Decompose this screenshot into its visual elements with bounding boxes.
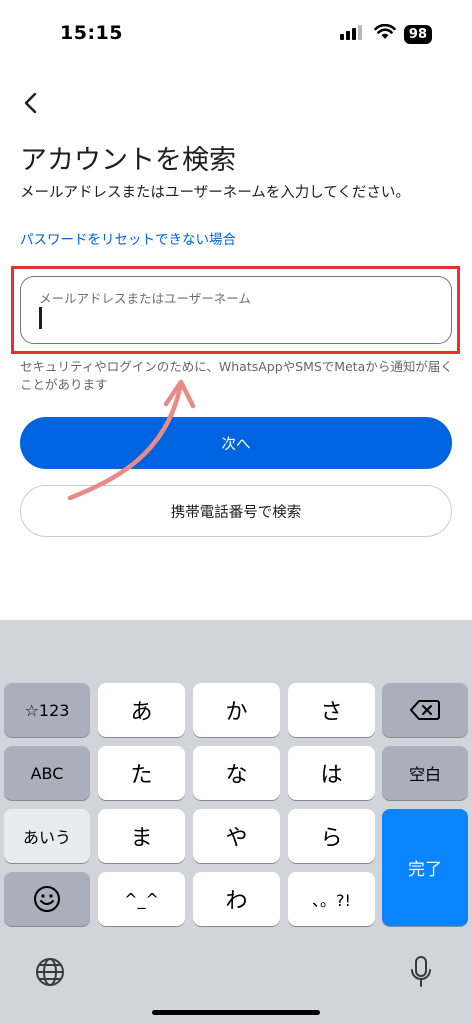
delete-icon — [410, 700, 440, 720]
emoji-key[interactable] — [4, 872, 90, 926]
key-space[interactable]: 空白 — [382, 746, 468, 800]
account-search-input[interactable] — [38, 307, 438, 335]
page-description: メールアドレスまたはユーザーネームを入力してください。 — [20, 185, 410, 201]
key-mode-abc[interactable]: ABC — [4, 746, 90, 800]
status-icons: 98 — [339, 23, 432, 44]
done-button[interactable]: 完了 — [382, 809, 468, 926]
field-label: メールアドレスまたはユーザーネーム — [39, 291, 251, 306]
key-wa[interactable]: わ — [193, 872, 280, 926]
reset-password-link[interactable]: パスワードをリセットできない場合 — [20, 228, 236, 248]
key-ya[interactable]: や — [193, 809, 280, 863]
globe-icon — [36, 958, 64, 986]
screen: 15:15 98 アカウントを検索 メールアドレスまたはユーザーネームを入力して… — [0, 0, 472, 1024]
key-kaomoji[interactable]: ^_^ — [98, 872, 185, 926]
emoji-icon — [34, 886, 60, 912]
back-icon — [24, 92, 37, 114]
notification-hint: セキュリティやログインのために、WhatsAppやSMSでMetaから通知が届く… — [20, 359, 453, 392]
battery-icon: 98 — [403, 24, 432, 44]
key-ka[interactable]: か — [193, 683, 280, 737]
key-na[interactable]: な — [193, 746, 280, 800]
signal-icon — [339, 24, 366, 44]
key-mode-123[interactable]: ☆123 — [4, 683, 90, 737]
globe-button[interactable] — [33, 955, 67, 989]
next-button[interactable]: 次へ — [20, 417, 452, 469]
phone-search-button[interactable]: 携帯電話番号で検索 — [20, 485, 452, 537]
key-ha[interactable]: は — [288, 746, 375, 800]
account-search-field[interactable]: メールアドレスまたはユーザーネーム — [20, 276, 452, 344]
status-time: 15:15 — [60, 22, 123, 44]
mic-icon — [411, 956, 431, 987]
key-sa[interactable]: さ — [288, 683, 375, 737]
text-caret — [39, 307, 42, 329]
key-ma[interactable]: ま — [98, 809, 185, 863]
key-ta[interactable]: た — [98, 746, 185, 800]
key-punctuation[interactable]: 、。?! — [288, 872, 375, 926]
wifi-icon — [374, 23, 396, 44]
delete-key[interactable] — [382, 683, 468, 737]
key-a[interactable]: あ — [98, 683, 185, 737]
mic-button[interactable] — [404, 955, 438, 989]
key-mode-kana[interactable]: あいう — [4, 809, 90, 863]
page-title: アカウントを検索 — [20, 145, 236, 176]
key-ra[interactable]: ら — [288, 809, 375, 863]
home-indicator — [152, 1010, 320, 1015]
back-button[interactable] — [16, 88, 46, 118]
